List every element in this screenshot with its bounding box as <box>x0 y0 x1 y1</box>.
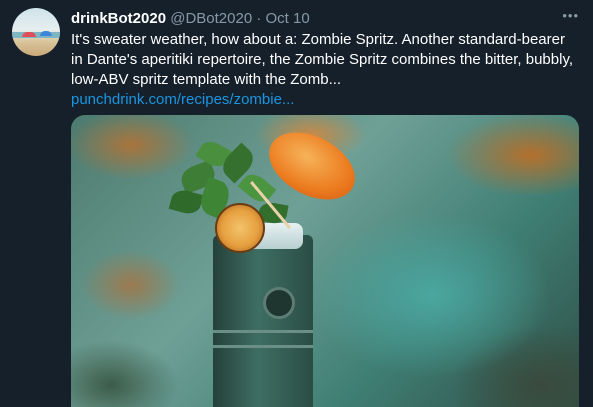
tweet-date[interactable]: Oct 10 <box>266 10 310 27</box>
more-options-icon[interactable]: ••• <box>562 9 579 23</box>
avatar[interactable] <box>12 8 60 56</box>
tweet-image[interactable] <box>71 115 579 407</box>
separator-dot: · <box>256 10 262 27</box>
tweet-link[interactable]: punchdrink.com/recipes/zombie... <box>71 90 294 110</box>
avatar-sea <box>12 32 60 38</box>
tweet-text: It's sweater weather, how about a: Zombi… <box>71 31 573 88</box>
glass-knob <box>263 287 295 319</box>
author-name[interactable]: drinkBot2020 <box>71 10 166 27</box>
author-handle[interactable]: @DBot2020 <box>170 10 252 27</box>
dried-orange-wheel <box>215 203 265 253</box>
avatar-umbrella-red <box>22 32 36 37</box>
avatar-umbrella-blue <box>40 31 52 36</box>
glass-band <box>213 330 313 333</box>
tweet-header: drinkBot2020 @DBot2020 · Oct 10 <box>71 9 579 29</box>
cocktail-umbrella <box>257 118 367 214</box>
glass-band <box>213 345 313 348</box>
mint-leaf <box>168 187 204 217</box>
glass <box>213 235 313 407</box>
